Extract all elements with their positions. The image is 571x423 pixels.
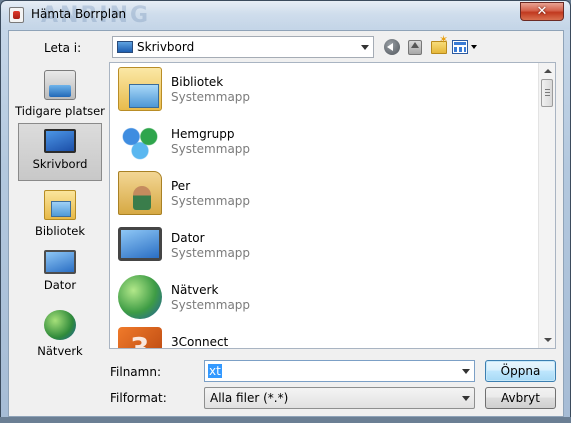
file-name: 3Connect — [171, 335, 229, 349]
lookin-label: Leta i: — [44, 41, 82, 55]
file-type: Systemmapp — [171, 142, 251, 156]
file-item-natverk[interactable]: Nätverk Systemmapp — [113, 273, 533, 325]
cancel-button[interactable]: Avbryt — [485, 387, 556, 409]
filetype-label: Filformat: — [110, 391, 167, 405]
place-label: Dator — [43, 278, 77, 292]
network-icon — [118, 275, 162, 319]
chevron-down-icon — [471, 45, 477, 49]
place-label: Bibliotek — [34, 224, 86, 238]
java-app-icon — [9, 7, 24, 23]
chevron-down-icon[interactable] — [462, 369, 470, 374]
places-sidebar: Tidigare platser Skrivbord Bibliotek Dat… — [12, 62, 105, 358]
close-button[interactable]: ✕ — [520, 2, 564, 21]
user-folder-icon — [118, 171, 162, 215]
new-folder-button[interactable] — [429, 33, 449, 57]
place-libraries[interactable]: Bibliotek — [18, 184, 102, 242]
dialog-client-area: Leta i: Skrivbord Tidigare platser — [8, 30, 564, 417]
network-icon — [44, 310, 76, 340]
filename-input[interactable]: xt — [208, 364, 222, 378]
file-name: Nätverk — [171, 283, 219, 297]
window-title: Hämta Borrplan — [31, 7, 127, 21]
chevron-down-icon[interactable] — [462, 396, 470, 401]
filetype-select[interactable]: Alla filer (*.*) — [204, 387, 475, 409]
recent-places-icon — [44, 70, 76, 100]
back-button[interactable] — [382, 37, 402, 57]
desktop-icon — [117, 41, 133, 53]
back-arrow-icon — [384, 39, 400, 55]
filetype-value: Alla filer (*.*) — [210, 391, 289, 405]
file-type: Systemmapp — [171, 298, 251, 312]
view-menu-button[interactable] — [452, 37, 480, 57]
file-name: Dator — [171, 231, 205, 245]
file-type: Systemmapp — [171, 90, 251, 104]
vertical-scrollbar[interactable] — [538, 63, 555, 348]
close-icon: ✕ — [536, 4, 548, 19]
file-item-3connect[interactable]: 3Connect Genväg — [113, 325, 533, 349]
view-details-icon — [452, 40, 468, 54]
desktop-icon — [44, 129, 76, 153]
file-name: Hemgrupp — [171, 127, 235, 141]
chevron-down-icon[interactable] — [361, 45, 369, 50]
scroll-up-icon[interactable] — [544, 69, 552, 73]
3connect-icon — [118, 327, 162, 348]
place-desktop[interactable]: Skrivbord — [18, 123, 102, 181]
computer-icon — [118, 227, 162, 261]
filename-combobox[interactable]: xt — [204, 360, 475, 382]
place-recent[interactable]: Tidigare platser — [15, 64, 105, 122]
up-folder-button[interactable] — [405, 37, 425, 57]
file-item-dator[interactable]: Dator Systemmapp — [113, 221, 533, 273]
file-item-per[interactable]: Per Systemmapp — [113, 169, 533, 221]
place-label: Nätverk — [37, 344, 83, 358]
new-folder-icon — [431, 33, 448, 54]
file-name: Bibliotek — [171, 75, 224, 89]
filename-label: Filnamn: — [110, 365, 161, 379]
file-item-bibliotek[interactable]: Bibliotek Systemmapp — [113, 65, 533, 117]
file-type: Systemmapp — [171, 246, 251, 260]
library-folder-icon — [118, 67, 162, 111]
place-computer[interactable]: Dator — [18, 244, 102, 302]
file-list[interactable]: Bibliotek Systemmapp Hemgrupp Systemmapp… — [109, 62, 556, 349]
lookin-combobox[interactable]: Skrivbord — [112, 36, 374, 58]
title-bar[interactable]: ANRING Hämta Borrplan ✕ — [1, 1, 570, 29]
file-item-hemgrupp[interactable]: Hemgrupp Systemmapp — [113, 117, 533, 169]
file-type: Systemmapp — [171, 194, 251, 208]
file-dialog-window: ANRING Hämta Borrplan ✕ Leta i: Skrivbor… — [0, 0, 571, 423]
file-name: Per — [171, 179, 191, 193]
open-button[interactable]: Öppna — [485, 360, 556, 382]
computer-icon — [44, 250, 76, 274]
scroll-down-icon[interactable] — [544, 338, 552, 342]
homegroup-icon — [118, 119, 162, 163]
place-label: Tidigare platser — [15, 104, 105, 118]
lookin-value: Skrivbord — [137, 40, 195, 54]
place-label: Skrivbord — [32, 157, 88, 171]
scrollbar-thumb[interactable] — [541, 79, 553, 107]
place-network[interactable]: Nätverk — [18, 304, 102, 362]
library-icon — [44, 190, 76, 220]
up-folder-icon — [408, 39, 422, 55]
window-bottom-edge — [0, 417, 571, 423]
